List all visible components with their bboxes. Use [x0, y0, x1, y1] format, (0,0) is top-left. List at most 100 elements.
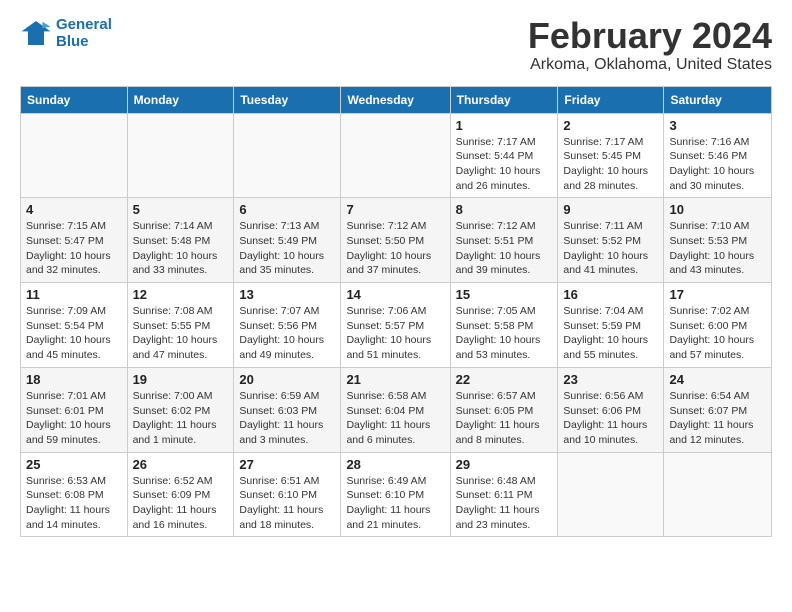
- day-number: 17: [669, 287, 766, 302]
- calendar-cell: 18 Sunrise: 7:01 AM Sunset: 6:01 PM Dayli…: [21, 367, 128, 452]
- day-number: 29: [456, 457, 553, 472]
- week-row-5: 25 Sunrise: 6:53 AM Sunset: 6:08 PM Dayli…: [21, 452, 772, 537]
- day-detail: Sunrise: 7:14 AM Sunset: 5:48 PM Dayligh…: [133, 219, 229, 278]
- week-row-4: 18 Sunrise: 7:01 AM Sunset: 6:01 PM Dayli…: [21, 367, 772, 452]
- calendar-cell: 1 Sunrise: 7:17 AM Sunset: 5:44 PM Daylig…: [450, 113, 558, 198]
- day-detail: Sunrise: 6:52 AM Sunset: 6:09 PM Dayligh…: [133, 474, 229, 533]
- day-detail: Sunrise: 7:11 AM Sunset: 5:52 PM Dayligh…: [563, 219, 658, 278]
- day-detail: Sunrise: 7:15 AM Sunset: 5:47 PM Dayligh…: [26, 219, 122, 278]
- day-number: 28: [346, 457, 444, 472]
- day-number: 7: [346, 202, 444, 217]
- month-title: February 2024: [528, 16, 772, 56]
- calendar-cell: 23 Sunrise: 6:56 AM Sunset: 6:06 PM Dayli…: [558, 367, 664, 452]
- day-number: 5: [133, 202, 229, 217]
- day-number: 16: [563, 287, 658, 302]
- day-number: 25: [26, 457, 122, 472]
- calendar-cell: 27 Sunrise: 6:51 AM Sunset: 6:10 PM Dayli…: [234, 452, 341, 537]
- calendar-cell: 22Sunrise: 6:57 AM Sunset: 6:05 PM Dayli…: [450, 367, 558, 452]
- calendar-cell: 17 Sunrise: 7:02 AM Sunset: 6:00 PM Dayli…: [664, 283, 772, 368]
- day-number: 12: [133, 287, 229, 302]
- header-row: SundayMondayTuesdayWednesdayThursdayFrid…: [21, 86, 772, 113]
- calendar-cell: 20 Sunrise: 6:59 AM Sunset: 6:03 PM Dayli…: [234, 367, 341, 452]
- day-number: 27: [239, 457, 335, 472]
- calendar-cell: 9Sunrise: 7:11 AM Sunset: 5:52 PM Daylig…: [558, 198, 664, 283]
- day-detail: Sunrise: 7:17 AM Sunset: 5:45 PM Dayligh…: [563, 135, 658, 194]
- day-header-wednesday: Wednesday: [341, 86, 450, 113]
- calendar-cell: 26 Sunrise: 6:52 AM Sunset: 6:09 PM Dayli…: [127, 452, 234, 537]
- calendar-cell: 28 Sunrise: 6:49 AM Sunset: 6:10 PM Dayli…: [341, 452, 450, 537]
- day-number: 21: [346, 372, 444, 387]
- day-number: 4: [26, 202, 122, 217]
- day-detail: Sunrise: 7:05 AM Sunset: 5:58 PM Dayligh…: [456, 304, 553, 363]
- calendar-cell: 8 Sunrise: 7:12 AM Sunset: 5:51 PM Daylig…: [450, 198, 558, 283]
- calendar-cell: 11 Sunrise: 7:09 AM Sunset: 5:54 PM Dayli…: [21, 283, 128, 368]
- day-header-saturday: Saturday: [664, 86, 772, 113]
- calendar-cell: [664, 452, 772, 537]
- day-header-monday: Monday: [127, 86, 234, 113]
- day-header-thursday: Thursday: [450, 86, 558, 113]
- calendar-cell: [341, 113, 450, 198]
- calendar-cell: 3Sunrise: 7:16 AM Sunset: 5:46 PM Daylig…: [664, 113, 772, 198]
- day-detail: Sunrise: 6:54 AM Sunset: 6:07 PM Dayligh…: [669, 389, 766, 448]
- day-number: 20: [239, 372, 335, 387]
- calendar-cell: 5 Sunrise: 7:14 AM Sunset: 5:48 PM Daylig…: [127, 198, 234, 283]
- day-detail: Sunrise: 7:17 AM Sunset: 5:44 PM Dayligh…: [456, 135, 553, 194]
- day-detail: Sunrise: 6:58 AM Sunset: 6:04 PM Dayligh…: [346, 389, 444, 448]
- calendar-cell: 2 Sunrise: 7:17 AM Sunset: 5:45 PM Daylig…: [558, 113, 664, 198]
- day-detail: Sunrise: 7:07 AM Sunset: 5:56 PM Dayligh…: [239, 304, 335, 363]
- calendar-cell: [234, 113, 341, 198]
- calendar-cell: 13 Sunrise: 7:07 AM Sunset: 5:56 PM Dayli…: [234, 283, 341, 368]
- day-number: 14: [346, 287, 444, 302]
- day-detail: Sunrise: 6:56 AM Sunset: 6:06 PM Dayligh…: [563, 389, 658, 448]
- day-header-tuesday: Tuesday: [234, 86, 341, 113]
- calendar-cell: 15 Sunrise: 7:05 AM Sunset: 5:58 PM Dayli…: [450, 283, 558, 368]
- day-detail: Sunrise: 6:59 AM Sunset: 6:03 PM Dayligh…: [239, 389, 335, 448]
- day-number: 1: [456, 118, 553, 133]
- calendar-cell: [558, 452, 664, 537]
- day-number: 22: [456, 372, 553, 387]
- day-detail: Sunrise: 7:09 AM Sunset: 5:54 PM Dayligh…: [26, 304, 122, 363]
- day-detail: Sunrise: 7:12 AM Sunset: 5:51 PM Dayligh…: [456, 219, 553, 278]
- day-detail: Sunrise: 7:06 AM Sunset: 5:57 PM Dayligh…: [346, 304, 444, 363]
- day-detail: Sunrise: 7:01 AM Sunset: 6:01 PM Dayligh…: [26, 389, 122, 448]
- day-header-friday: Friday: [558, 86, 664, 113]
- day-detail: Sunrise: 6:53 AM Sunset: 6:08 PM Dayligh…: [26, 474, 122, 533]
- logo-text: General Blue: [56, 16, 112, 50]
- calendar-cell: 14 Sunrise: 7:06 AM Sunset: 5:57 PM Dayli…: [341, 283, 450, 368]
- day-number: 26: [133, 457, 229, 472]
- day-number: 2: [563, 118, 658, 133]
- calendar-cell: 12Sunrise: 7:08 AM Sunset: 5:55 PM Dayli…: [127, 283, 234, 368]
- calendar-cell: 21 Sunrise: 6:58 AM Sunset: 6:04 PM Dayli…: [341, 367, 450, 452]
- week-row-2: 4 Sunrise: 7:15 AM Sunset: 5:47 PM Daylig…: [21, 198, 772, 283]
- day-detail: Sunrise: 6:49 AM Sunset: 6:10 PM Dayligh…: [346, 474, 444, 533]
- day-number: 23: [563, 372, 658, 387]
- day-number: 15: [456, 287, 553, 302]
- calendar-cell: 29 Sunrise: 6:48 AM Sunset: 6:11 PM Dayli…: [450, 452, 558, 537]
- day-detail: Sunrise: 7:02 AM Sunset: 6:00 PM Dayligh…: [669, 304, 766, 363]
- calendar-cell: [127, 113, 234, 198]
- calendar-cell: 7 Sunrise: 7:12 AM Sunset: 5:50 PM Daylig…: [341, 198, 450, 283]
- day-number: 11: [26, 287, 122, 302]
- calendar-cell: 25 Sunrise: 6:53 AM Sunset: 6:08 PM Dayli…: [21, 452, 128, 537]
- day-detail: Sunrise: 6:51 AM Sunset: 6:10 PM Dayligh…: [239, 474, 335, 533]
- page-header: General Blue February 2024 Arkoma, Oklah…: [20, 16, 772, 74]
- day-number: 13: [239, 287, 335, 302]
- day-number: 8: [456, 202, 553, 217]
- day-detail: Sunrise: 7:00 AM Sunset: 6:02 PM Dayligh…: [133, 389, 229, 448]
- day-number: 18: [26, 372, 122, 387]
- day-detail: Sunrise: 7:12 AM Sunset: 5:50 PM Dayligh…: [346, 219, 444, 278]
- logo: General Blue: [20, 16, 112, 50]
- day-detail: Sunrise: 7:10 AM Sunset: 5:53 PM Dayligh…: [669, 219, 766, 278]
- day-number: 19: [133, 372, 229, 387]
- day-number: 24: [669, 372, 766, 387]
- calendar-cell: 19 Sunrise: 7:00 AM Sunset: 6:02 PM Dayli…: [127, 367, 234, 452]
- day-detail: Sunrise: 6:48 AM Sunset: 6:11 PM Dayligh…: [456, 474, 553, 533]
- calendar-cell: 4 Sunrise: 7:15 AM Sunset: 5:47 PM Daylig…: [21, 198, 128, 283]
- calendar-cell: 16Sunrise: 7:04 AM Sunset: 5:59 PM Dayli…: [558, 283, 664, 368]
- day-number: 6: [239, 202, 335, 217]
- calendar-table: SundayMondayTuesdayWednesdayThursdayFrid…: [20, 86, 772, 538]
- location-subtitle: Arkoma, Oklahoma, United States: [528, 56, 772, 74]
- week-row-3: 11 Sunrise: 7:09 AM Sunset: 5:54 PM Dayli…: [21, 283, 772, 368]
- title-block: February 2024 Arkoma, Oklahoma, United S…: [528, 16, 772, 74]
- week-row-1: 1 Sunrise: 7:17 AM Sunset: 5:44 PM Daylig…: [21, 113, 772, 198]
